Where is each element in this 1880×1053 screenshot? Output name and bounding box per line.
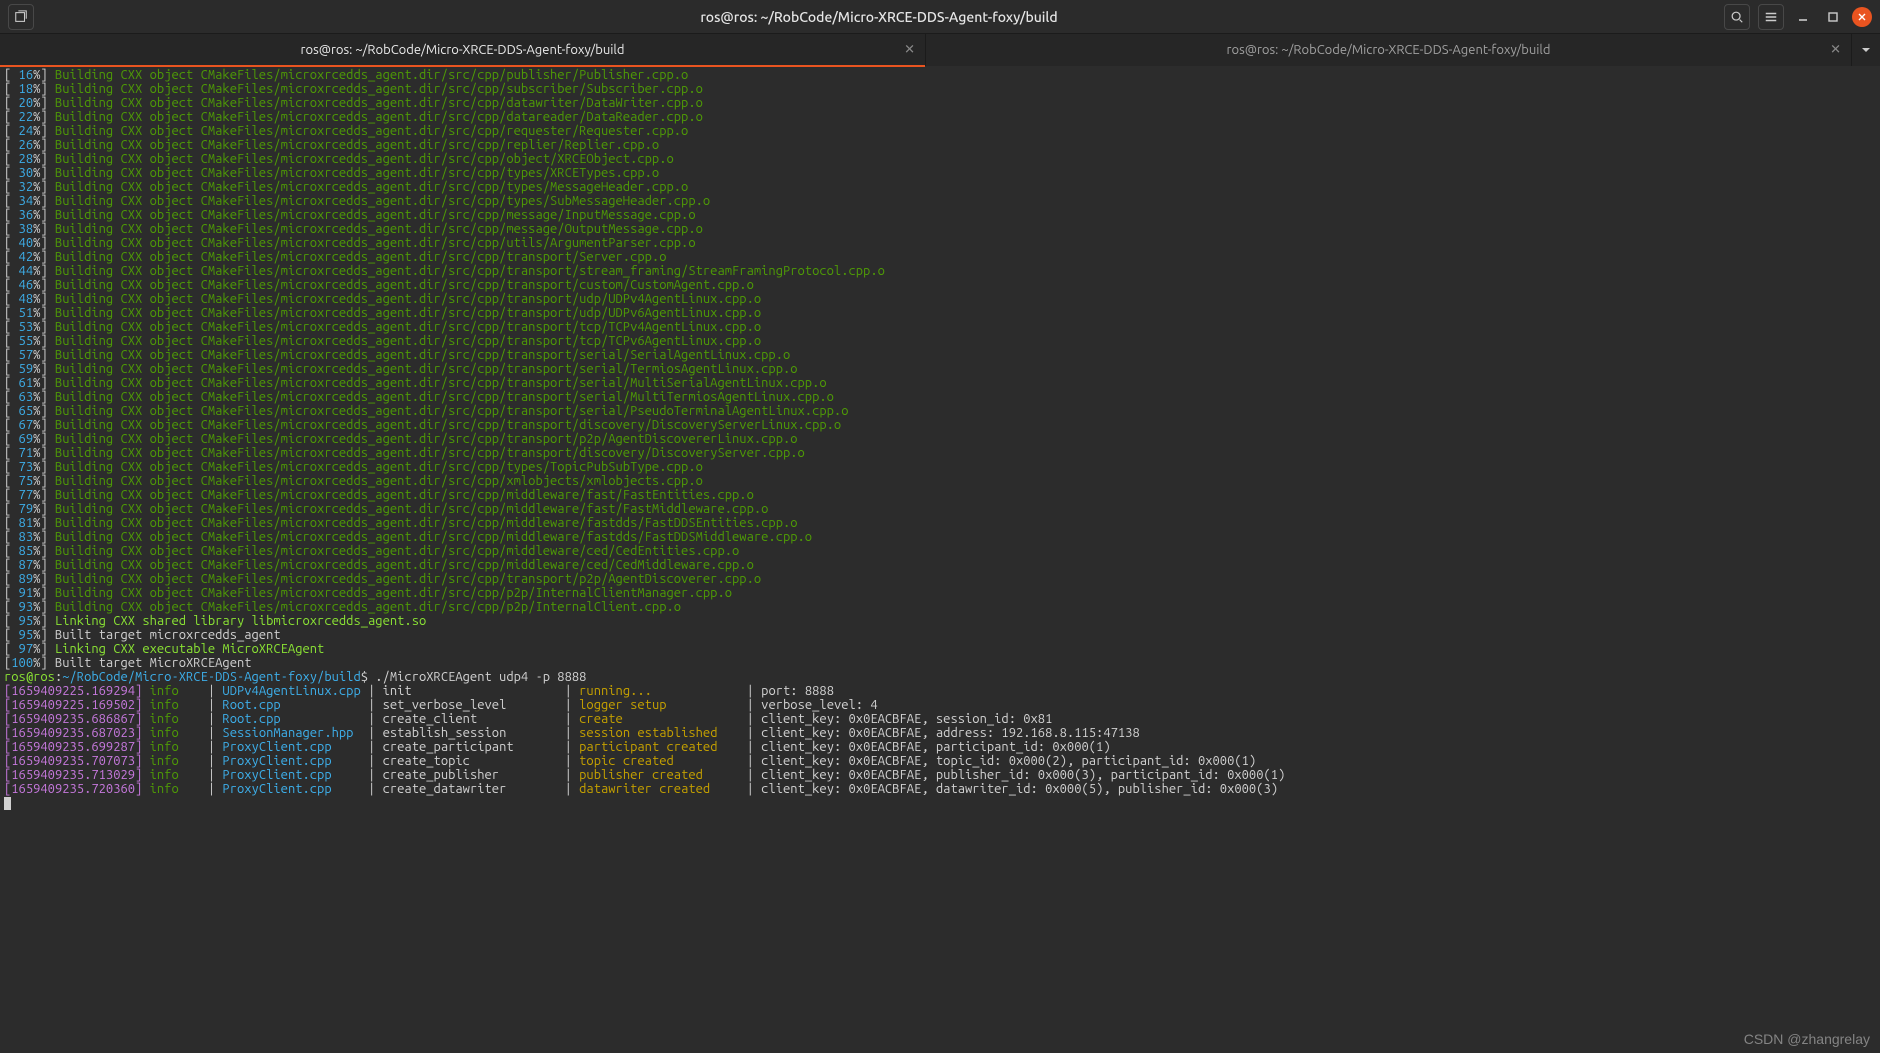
window-title: ros@ros: ~/RobCode/Micro-XRCE-DDS-Agent-… — [34, 9, 1724, 25]
tab-label: ros@ros: ~/RobCode/Micro-XRCE-DDS-Agent-… — [1227, 43, 1551, 57]
window-maximize-button[interactable] — [1822, 6, 1844, 28]
tab-2[interactable]: ros@ros: ~/RobCode/Micro-XRCE-DDS-Agent-… — [926, 34, 1852, 66]
terminal-output[interactable]: [ 16%] Building CXX object CMakeFiles/mi… — [0, 66, 1880, 812]
search-icon — [1730, 10, 1744, 24]
minimize-icon — [1797, 11, 1809, 23]
hamburger-menu-button[interactable] — [1758, 4, 1784, 30]
window-close-button[interactable] — [1852, 7, 1872, 27]
tab-bar: ros@ros: ~/RobCode/Micro-XRCE-DDS-Agent-… — [0, 34, 1880, 66]
window-minimize-button[interactable] — [1792, 6, 1814, 28]
window-titlebar: ros@ros: ~/RobCode/Micro-XRCE-DDS-Agent-… — [0, 0, 1880, 34]
new-tab-icon — [14, 10, 28, 24]
maximize-icon — [1828, 12, 1838, 22]
tab-label: ros@ros: ~/RobCode/Micro-XRCE-DDS-Agent-… — [301, 43, 625, 57]
close-icon — [1857, 12, 1867, 22]
tab-close-button[interactable]: ✕ — [1830, 43, 1841, 58]
tab-dropdown-button[interactable] — [1852, 34, 1880, 66]
watermark: CSDN @zhangrelay — [1744, 1031, 1870, 1047]
tab-1[interactable]: ros@ros: ~/RobCode/Micro-XRCE-DDS-Agent-… — [0, 34, 926, 66]
hamburger-icon — [1764, 10, 1778, 24]
chevron-down-icon — [1861, 45, 1871, 55]
new-tab-button[interactable] — [8, 4, 34, 30]
tab-close-button[interactable]: ✕ — [904, 43, 915, 58]
search-button[interactable] — [1724, 4, 1750, 30]
